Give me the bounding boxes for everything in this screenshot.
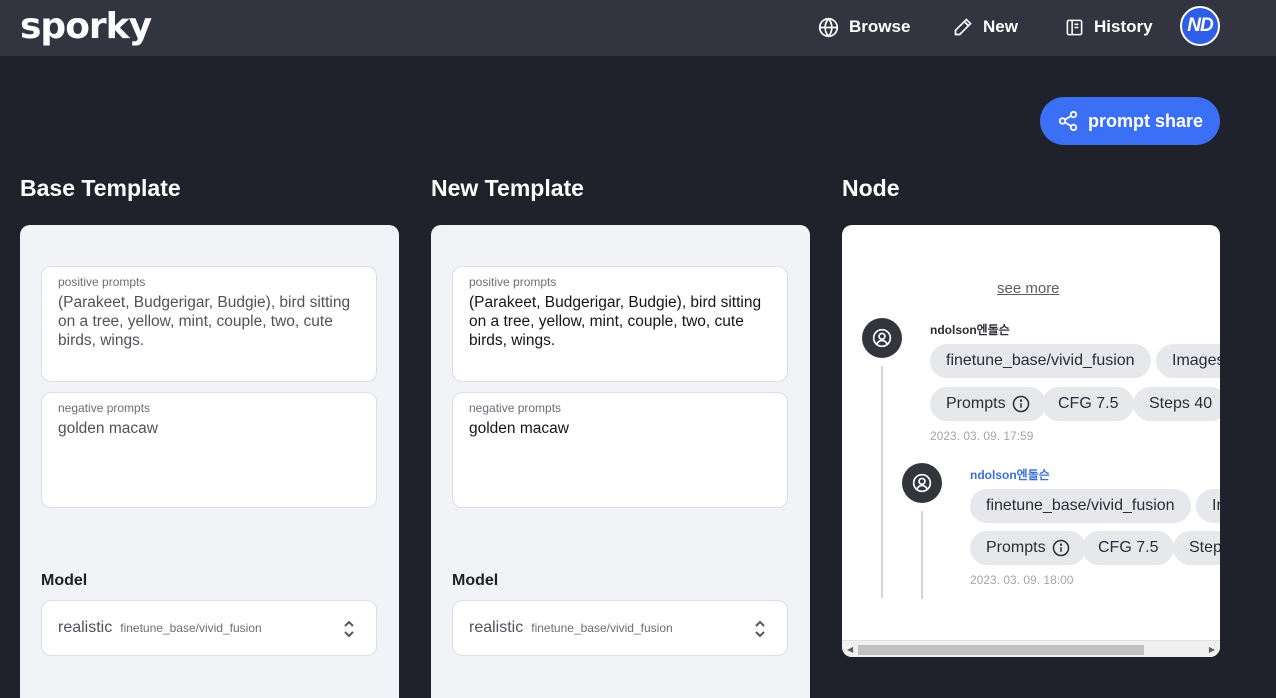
nav-new[interactable]: New: [953, 14, 1018, 40]
top-navigation-bar: sporky Browse New History ND: [0, 0, 1276, 56]
prompt-share-label: prompt share: [1087, 110, 1204, 131]
nav-browse-label: Browse: [849, 17, 911, 36]
node-author-highlighted: ndolson엔돌슨: [970, 468, 1050, 482]
model-subvalue: finetune_base/vivid_fusion: [531, 621, 673, 635]
horizontal-scrollbar[interactable]: ◀ ▶: [842, 640, 1220, 657]
negative-prompt-value: golden macaw: [58, 420, 158, 437]
prompts-chip[interactable]: Prompts: [930, 387, 1046, 421]
steps-chip[interactable]: Steps 40: [1173, 531, 1220, 565]
node-title: Node: [842, 175, 900, 201]
see-more-link[interactable]: see more: [997, 280, 1060, 297]
node-tree-line: [921, 511, 923, 599]
user-circle-icon: [912, 473, 932, 493]
chevron-updown-icon: [755, 620, 765, 638]
user-circle-icon: [872, 328, 892, 348]
nav-history-label: History: [1094, 17, 1153, 36]
model-chip[interactable]: finetune_base/vivid_fusion: [970, 489, 1191, 523]
new-template-panel: positive prompts (Parakeet, Budgerigar, …: [431, 225, 810, 698]
user-avatar[interactable]: ND: [1180, 6, 1220, 46]
positive-prompt-value: (Parakeet, Budgerigar, Budgie), bird sit…: [469, 294, 762, 349]
prompt-share-button[interactable]: prompt share: [1040, 97, 1220, 145]
history-book-icon: [1066, 19, 1083, 35]
prompts-chip[interactable]: Prompts: [970, 531, 1086, 565]
model-label: Model: [452, 572, 499, 589]
scrollbar-thumb[interactable]: [858, 645, 1144, 655]
images-chip[interactable]: Images: [1196, 489, 1220, 523]
app-logo[interactable]: sporky: [20, 6, 152, 47]
new-model-select[interactable]: realistic finetune_base/vivid_fusion: [452, 600, 788, 656]
cfg-chip[interactable]: CFG 7.5: [1042, 387, 1135, 421]
model-label: Model: [41, 572, 88, 589]
node-panel: see more ndolson엔돌슨 finetune_base/vivid_…: [842, 225, 1220, 657]
node-user-icon[interactable]: [902, 463, 942, 503]
node-timestamp: 2023. 03. 09. 17:59: [930, 429, 1034, 443]
model-value: realistic: [469, 619, 524, 636]
globe-icon: [818, 16, 839, 38]
info-icon: [1012, 395, 1029, 413]
negative-prompt-label: negative prompts: [469, 401, 562, 415]
new-negative-prompt-field[interactable]: negative prompts golden macaw: [452, 392, 788, 508]
prompts-chip-label: Prompts: [986, 539, 1046, 556]
cfg-chip[interactable]: CFG 7.5: [1082, 531, 1175, 565]
node-user-icon[interactable]: [862, 318, 902, 358]
node-timestamp: 2023. 03. 09. 18:00: [970, 573, 1074, 587]
node-tree-line: [881, 366, 883, 598]
positive-prompt-label: positive prompts: [469, 275, 557, 289]
images-chip[interactable]: Images: [1156, 344, 1220, 378]
negative-prompt-value: golden macaw: [469, 420, 569, 437]
model-subvalue: finetune_base/vivid_fusion: [120, 621, 262, 635]
scroll-right-arrow-icon[interactable]: ▶: [1209, 645, 1215, 654]
prompts-chip-label: Prompts: [946, 395, 1006, 412]
pencil-icon: [954, 18, 972, 36]
nav-browse[interactable]: Browse: [818, 14, 910, 40]
base-template-panel: positive prompts (Parakeet, Budgerigar, …: [20, 225, 399, 698]
base-positive-prompt-field[interactable]: positive prompts (Parakeet, Budgerigar, …: [41, 266, 377, 382]
info-icon: [1052, 539, 1069, 557]
chevron-updown-icon: [344, 620, 354, 638]
positive-prompt-label: positive prompts: [58, 275, 146, 289]
new-positive-prompt-field[interactable]: positive prompts (Parakeet, Budgerigar, …: [452, 266, 788, 382]
base-negative-prompt-field[interactable]: negative prompts golden macaw: [41, 392, 377, 508]
new-template-title: New Template: [431, 175, 584, 201]
model-value: realistic: [58, 619, 113, 636]
base-template-title: Base Template: [20, 175, 181, 201]
nav-new-label: New: [983, 17, 1018, 36]
positive-prompt-value: (Parakeet, Budgerigar, Budgie), bird sit…: [58, 294, 351, 349]
node-author: ndolson엔돌슨: [930, 323, 1010, 337]
model-chip[interactable]: finetune_base/vivid_fusion: [930, 344, 1151, 378]
negative-prompt-label: negative prompts: [58, 401, 151, 415]
scroll-left-arrow-icon[interactable]: ◀: [847, 645, 853, 654]
steps-chip[interactable]: Steps 40: [1133, 387, 1220, 421]
base-model-select[interactable]: realistic finetune_base/vivid_fusion: [41, 600, 377, 656]
share-icon: [1058, 110, 1078, 132]
nav-history[interactable]: History: [1065, 14, 1153, 40]
